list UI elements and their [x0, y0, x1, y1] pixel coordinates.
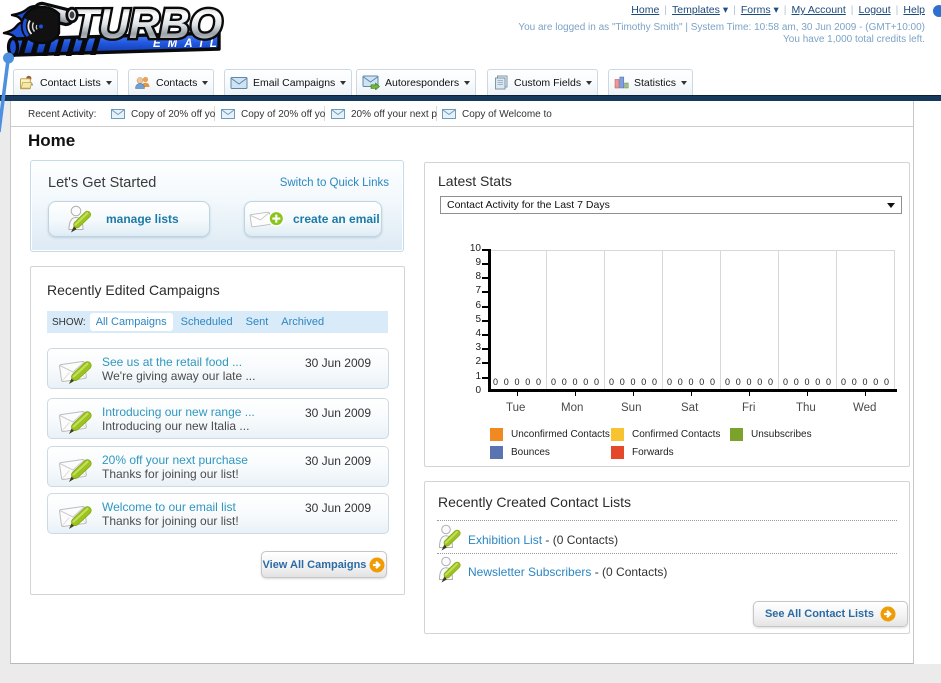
svg-text:TURBO: TURBO — [73, 0, 222, 47]
